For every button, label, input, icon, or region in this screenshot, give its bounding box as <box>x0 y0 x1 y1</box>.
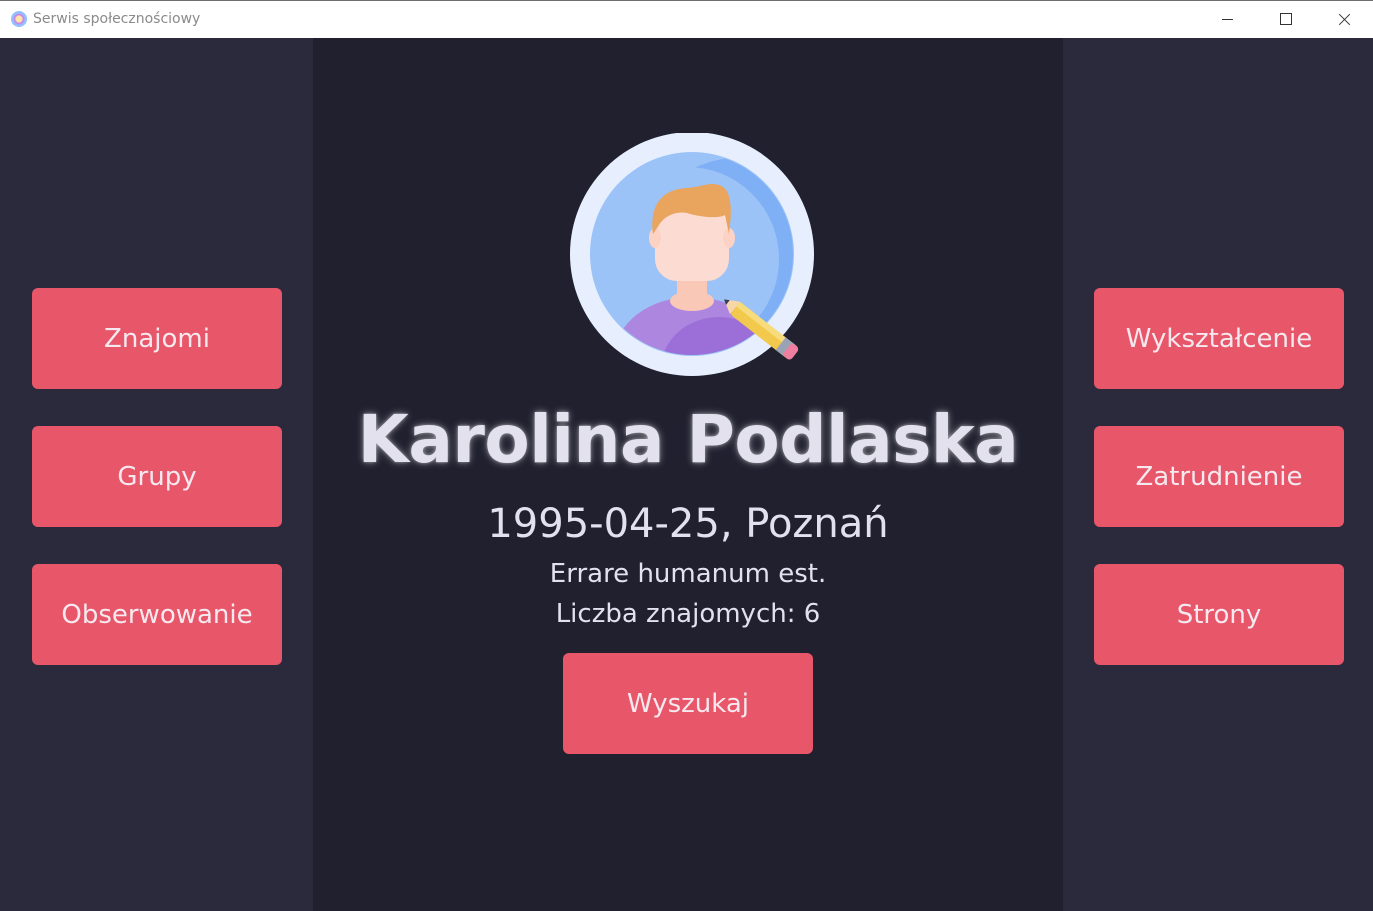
main-content: Znajomi Grupy Obserwowanie Karolina Podl… <box>0 38 1373 911</box>
pages-button[interactable]: Strony <box>1094 564 1344 665</box>
title-bar[interactable]: Serwis społecznościowy <box>0 0 1373 38</box>
maximize-icon[interactable] <box>1257 1 1315 37</box>
friends-count: Liczba znajomych: 6 <box>555 599 821 629</box>
user-avatar-edit-icon <box>570 132 814 376</box>
app-window: Serwis społecznościowy Znajomi Grupy Obs… <box>0 0 1373 911</box>
minimize-icon[interactable] <box>1198 1 1256 37</box>
employment-button[interactable]: Zatrudnienie <box>1094 426 1344 527</box>
friends-button[interactable]: Znajomi <box>32 288 282 389</box>
groups-button[interactable]: Grupy <box>32 426 282 527</box>
education-button[interactable]: Wykształcenie <box>1094 288 1344 389</box>
right-sidebar: Wykształcenie Zatrudnienie Strony <box>1063 38 1373 911</box>
following-button[interactable]: Obserwowanie <box>32 564 282 665</box>
profile-motto: Errare humanum est. <box>549 559 827 589</box>
avatar[interactable] <box>569 132 819 383</box>
profile-birthdate-city: 1995-04-25, Poznań <box>487 501 889 547</box>
window-title: Serwis społecznościowy <box>33 11 201 27</box>
left-sidebar: Znajomi Grupy Obserwowanie <box>0 38 313 911</box>
close-icon[interactable] <box>1315 1 1373 37</box>
app-icon <box>11 11 27 27</box>
search-button[interactable]: Wyszukaj <box>563 653 813 754</box>
profile-name: Karolina Podlaska <box>357 401 1019 478</box>
profile-panel: Karolina Podlaska 1995-04-25, Poznań Err… <box>313 38 1063 911</box>
